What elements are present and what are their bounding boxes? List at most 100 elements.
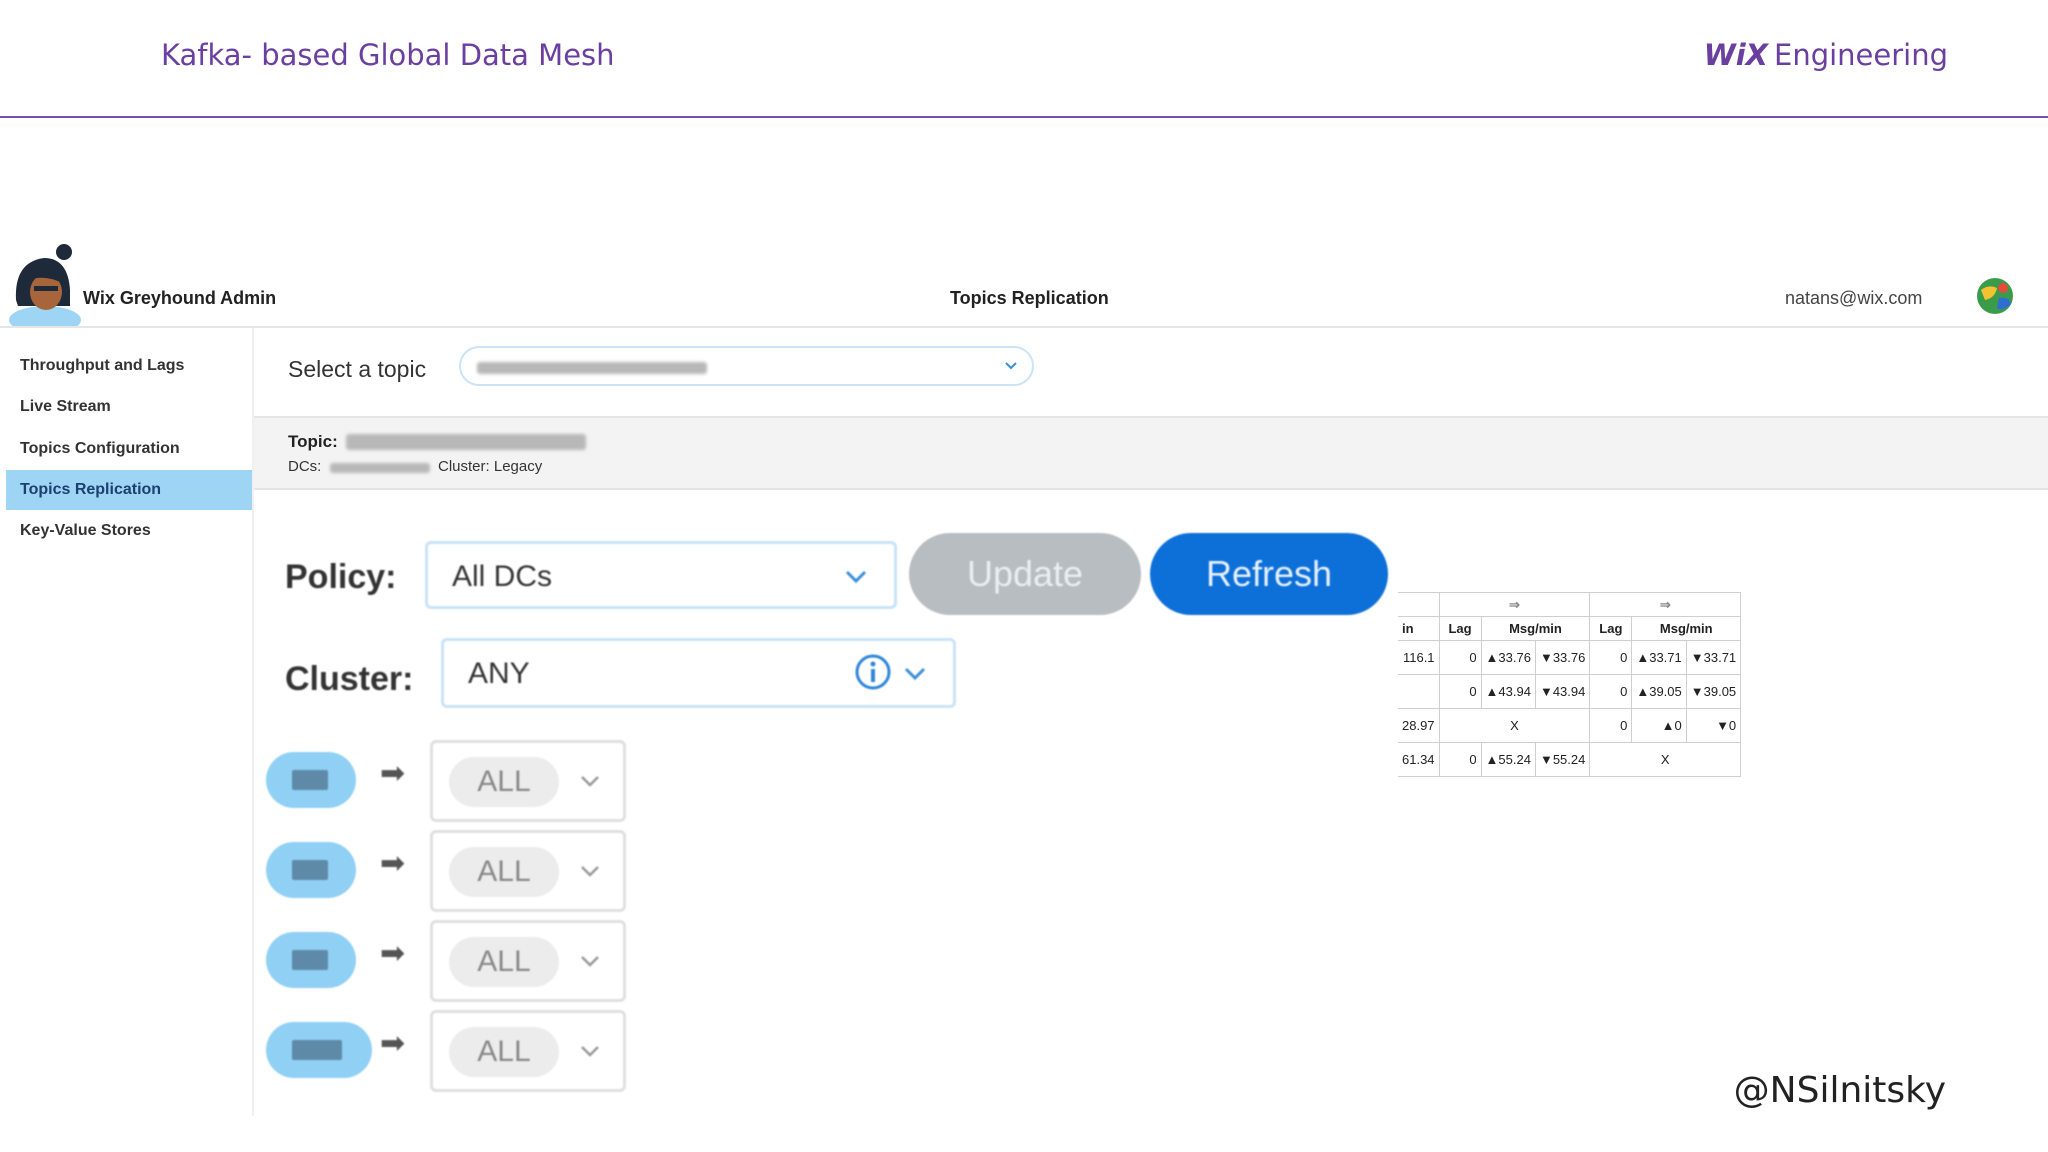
sidebar-item-topics-configuration[interactable]: Topics Configuration [6,429,252,469]
globe-avatar-icon[interactable] [1975,276,2015,316]
sidebar: Throughput and Lags Live Stream Topics C… [0,328,254,1116]
table-cell: 28.97 [1398,708,1440,743]
policy-value: All DCs [452,560,553,593]
brand-logo: WiX Engineering [1704,38,1948,72]
slide-title: Kafka- based Global Data Mesh [161,38,615,72]
table-cell: 0 [1589,708,1633,743]
sidebar-item-live-stream[interactable]: Live Stream [6,387,252,427]
avatar-logo-icon [9,244,81,326]
dc-target-select[interactable]: ALL [430,740,626,822]
group-header: ⇒ [1589,592,1742,617]
chevron-down-icon [581,956,599,967]
chevron-down-icon [1005,362,1017,370]
sidebar-item-topics-replication[interactable]: Topics Replication [6,470,252,510]
dc-row: ➡ ALL [266,740,626,822]
cluster-info: Cluster: Legacy [438,458,543,475]
dc-target-value: ALL [449,757,559,807]
table-row: 116.1 0 ▲33.76 ▼33.76 0 ▲33.71 ▼33.71 [1398,640,1742,675]
table-cell: X [1589,742,1742,777]
dc-target-value: ALL [449,1027,559,1077]
chevron-down-icon [581,776,599,787]
table-cell: X [1438,708,1591,743]
column-header: Msg/min [1480,616,1591,641]
cluster-label: Cluster: [285,660,414,698]
chevron-down-icon [581,866,599,877]
dc-target-select[interactable]: ALL [430,1010,626,1092]
redacted-topic-value [346,434,586,450]
dc-target-select[interactable]: ALL [430,830,626,912]
table-cell: ▼33.76 [1534,640,1591,675]
table-group-header-row: ⇒ ⇒ [1398,592,1742,617]
policy-select[interactable]: All DCs [425,541,897,609]
column-header: Lag [1438,616,1482,641]
info-icon[interactable] [854,653,892,691]
topic-select[interactable] [459,346,1034,386]
table-cell: 0 [1438,674,1482,709]
dc-target-value: ALL [449,847,559,897]
chevron-down-icon [581,1046,599,1057]
table-cell: 61.34 [1398,742,1440,777]
wix-wordmark: WiX [1703,38,1768,72]
column-header: Msg/min [1631,616,1742,641]
column-header: in [1398,616,1440,641]
dc-row: ➡ ALL [266,830,626,912]
table-header-row: in Lag Msg/min Lag Msg/min [1398,616,1742,641]
redacted-dcs-value [330,463,430,473]
dc-target-select[interactable]: ALL [430,920,626,1002]
chevron-down-icon [904,667,926,681]
page-title: Topics Replication [950,288,1109,308]
topic-info-panel: Topic: DCs: Cluster: Legacy [254,416,2048,490]
cluster-select[interactable]: ANY [441,638,956,708]
dc-target-value: ALL [449,937,559,987]
arrow-right-icon: ➡ [380,1027,406,1060]
dcs-label: DCs: [288,458,322,475]
table-cell: ▼33.71 [1685,640,1742,675]
table-cell: ▲33.76 [1480,640,1536,675]
arrow-right-icon: ➡ [380,757,406,790]
slide-divider [0,116,2048,118]
refresh-button[interactable]: Refresh [1150,533,1388,615]
dc-row: ➡ ALL [266,920,626,1002]
table-cell: 116.1 [1398,640,1440,675]
sidebar-item-throughput-and-lags[interactable]: Throughput and Lags [6,346,252,386]
replication-stats-table: ⇒ ⇒ in Lag Msg/min Lag Msg/min 116.1 0 ▲… [1398,592,1742,777]
topic-label: Topic: [288,432,338,451]
table-cell: 0 [1438,742,1482,777]
redacted-topic-name [477,362,707,374]
table-row: 0 ▲43.94 ▼43.94 0 ▲39.05 ▼39.05 [1398,674,1742,709]
dc-badge [266,752,356,808]
update-button[interactable]: Update [909,533,1141,615]
table-cell: ▼55.24 [1534,742,1591,777]
column-header: Lag [1589,616,1633,641]
table-row: 28.97 X 0 ▲0 ▼0 [1398,708,1742,743]
dc-badge [266,842,356,898]
table-cell: ▼0 [1685,708,1742,743]
dc-badge [266,932,356,988]
twitter-handle: @NSilnitsky [1733,1070,1946,1111]
group-header: ⇒ [1438,592,1591,617]
table-cell: ▲33.71 [1631,640,1687,675]
arrow-right-icon: ➡ [380,847,406,880]
table-cell: ▲0 [1631,708,1687,743]
user-email[interactable]: natans@wix.com [1785,288,1922,309]
arrow-right-icon: ➡ [380,937,406,970]
brand-text: Engineering [1774,38,1948,72]
sidebar-item-key-value-stores[interactable]: Key-Value Stores [6,511,252,551]
table-row: 61.34 0 ▲55.24 ▼55.24 X [1398,742,1742,777]
table-cell: ▲43.94 [1480,674,1536,709]
table-cell: 0 [1438,640,1482,675]
dc-badge [266,1022,372,1078]
chevron-down-icon [845,570,867,584]
dc-row: ➡ ALL [266,1010,626,1092]
table-cell: ▼43.94 [1534,674,1591,709]
app-name: Wix Greyhound Admin [83,288,277,308]
select-topic-label: Select a topic [288,356,427,382]
policy-label: Policy: [285,558,397,596]
table-cell: ▲55.24 [1480,742,1536,777]
cluster-value: ANY [468,657,530,690]
table-cell: ▲39.05 [1631,674,1687,709]
table-cell: 0 [1589,640,1633,675]
table-cell: 0 [1589,674,1633,709]
table-cell [1398,674,1440,709]
app-header: Wix Greyhound Admin Topics Replication n… [0,236,2048,328]
